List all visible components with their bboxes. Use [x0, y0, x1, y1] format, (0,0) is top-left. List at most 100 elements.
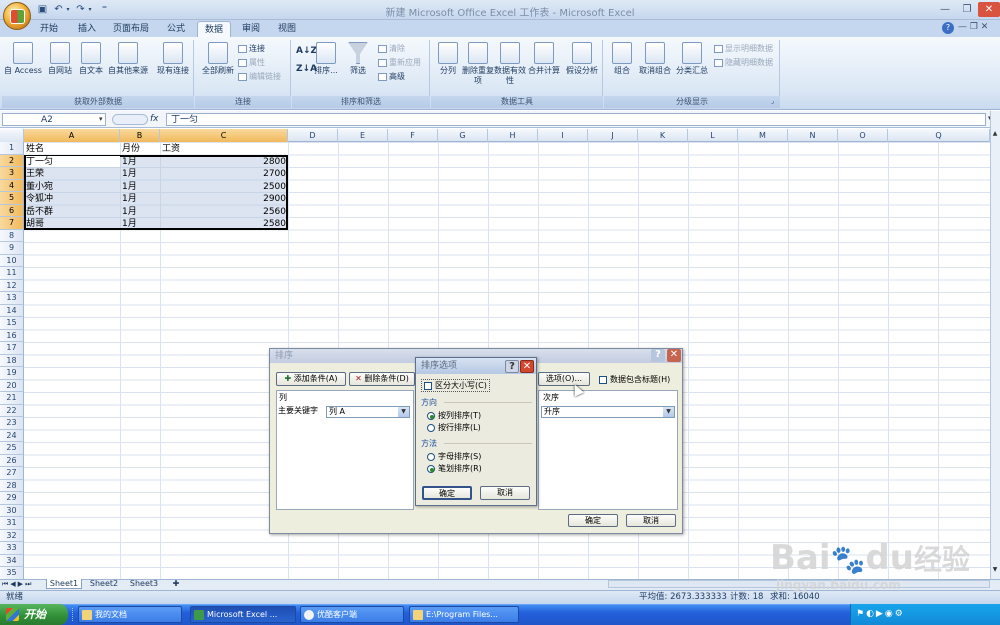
sort-options-button[interactable]: 选项(O)... — [538, 372, 590, 386]
scroll-up-icon[interactable]: ▲ — [991, 130, 999, 140]
taskbar-program-files[interactable]: E:\Program Files... — [409, 606, 519, 623]
row-header[interactable]: 3 — [0, 167, 24, 180]
tab-review[interactable]: 审阅 — [232, 21, 270, 37]
table-cell[interactable]: 2900 — [160, 193, 286, 205]
help-icon[interactable]: ? — [942, 22, 954, 34]
tab-page-layout[interactable]: 页面布局 — [106, 21, 156, 37]
row-header[interactable]: 18 — [0, 354, 24, 367]
column-header-b[interactable]: B — [120, 129, 160, 142]
table-cell[interactable]: 2560 — [160, 206, 286, 218]
column-header-o[interactable]: O — [838, 129, 888, 142]
row-header[interactable]: 14 — [0, 304, 24, 317]
row-header[interactable]: 32 — [0, 529, 24, 542]
column-header-k[interactable]: K — [638, 129, 688, 142]
row-header[interactable]: 9 — [0, 242, 24, 255]
column-header-m[interactable]: M — [738, 129, 788, 142]
scroll-down-icon[interactable]: ▼ — [991, 566, 999, 576]
row-header[interactable]: 19 — [0, 367, 24, 380]
from-access-button[interactable]: 自 Access — [4, 42, 42, 76]
row-header[interactable]: 11 — [0, 267, 24, 280]
row-header[interactable]: 21 — [0, 392, 24, 405]
order-select[interactable]: 升序 ▼ — [541, 406, 675, 418]
row-header[interactable]: 13 — [0, 292, 24, 305]
row-header[interactable]: 10 — [0, 254, 24, 267]
outline-dialog-launcher-icon[interactable]: ⌟ — [771, 97, 774, 105]
header-cell-month[interactable]: 月份 — [122, 143, 140, 155]
select-all-corner[interactable] — [0, 129, 24, 142]
row-header[interactable]: 2 — [0, 154, 24, 167]
table-cell[interactable]: 2580 — [160, 218, 286, 230]
table-cell[interactable]: 岳不群 — [26, 206, 53, 218]
row-header[interactable]: 25 — [0, 442, 24, 455]
taskbar-my-documents[interactable]: 我的文档 — [78, 606, 182, 623]
from-other-sources-button[interactable]: 自其他来源 — [106, 42, 150, 76]
row-header[interactable]: 15 — [0, 317, 24, 330]
options-cancel-button[interactable]: 取消 — [480, 486, 530, 500]
office-button[interactable] — [3, 2, 31, 30]
refresh-all-button[interactable]: 全部刷新 — [198, 42, 238, 76]
ribbon-minimize-icon[interactable]: — ❐ ✕ — [958, 22, 988, 32]
table-cell[interactable]: 胡哥 — [26, 218, 44, 230]
stroke-radio[interactable]: 笔划排序(R) — [427, 463, 482, 474]
header-checkbox[interactable]: 数据包含标题(H) — [599, 374, 670, 385]
vertical-scrollbar[interactable] — [990, 111, 1000, 579]
table-cell[interactable]: 1月 — [122, 218, 137, 230]
table-cell[interactable]: 2800 — [160, 156, 286, 168]
from-web-button[interactable]: 自网站 — [44, 42, 76, 76]
group-button[interactable]: 组合 — [608, 42, 636, 76]
row-header[interactable]: 34 — [0, 554, 24, 567]
ungroup-button[interactable]: 取消组合 — [636, 42, 674, 76]
clear-button[interactable]: 清除 — [378, 43, 405, 54]
column-header-q[interactable]: Q — [888, 129, 990, 142]
row-header[interactable]: 12 — [0, 279, 24, 292]
text-to-columns-button[interactable]: 分列 — [434, 42, 462, 76]
advanced-button[interactable]: 高级 — [378, 71, 405, 82]
sort-help-icon[interactable]: ? — [651, 349, 665, 362]
table-cell[interactable]: 董小宛 — [26, 181, 53, 193]
restore-button[interactable]: ❐ — [956, 2, 978, 17]
tab-data[interactable]: 数据 — [197, 21, 231, 37]
what-if-analysis-button[interactable]: 假设分析 — [562, 42, 602, 76]
by-row-radio[interactable]: 按行排序(L) — [427, 422, 481, 433]
name-box[interactable]: A2 — [2, 113, 106, 126]
row-header[interactable]: 35 — [0, 567, 24, 580]
table-cell[interactable]: 1月 — [122, 193, 137, 205]
row-header[interactable]: 17 — [0, 342, 24, 355]
row-header[interactable]: 5 — [0, 192, 24, 205]
column-header-l[interactable]: L — [688, 129, 738, 142]
column-header-a[interactable]: A — [24, 129, 120, 142]
header-cell-name[interactable]: 姓名 — [26, 143, 44, 155]
name-box-dropdown-icon[interactable]: ▾ — [99, 115, 103, 123]
row-header[interactable]: 20 — [0, 379, 24, 392]
row-header[interactable]: 27 — [0, 467, 24, 480]
from-text-button[interactable]: 自文本 — [76, 42, 106, 76]
sheet-tab-3[interactable]: Sheet3 — [126, 579, 162, 589]
row-header[interactable]: 7 — [0, 217, 24, 230]
subtotal-button[interactable]: 分类汇总 — [674, 42, 710, 76]
tab-formulas[interactable]: 公式 — [156, 21, 196, 37]
row-header[interactable]: 28 — [0, 479, 24, 492]
edit-links-button[interactable]: 编辑链接 — [238, 71, 281, 82]
insert-function-icon[interactable]: fx — [150, 113, 164, 126]
formula-bar-splitter[interactable] — [112, 114, 148, 125]
column-header-j[interactable]: J — [588, 129, 638, 142]
options-help-icon[interactable]: ? — [505, 360, 519, 373]
tray-icons[interactable]: ⚑◐▶◉⚙ — [856, 609, 905, 619]
hide-detail-button[interactable]: 隐藏明细数据 — [714, 57, 773, 68]
row-header[interactable]: 33 — [0, 542, 24, 555]
minimize-button[interactable]: — — [934, 2, 956, 17]
row-header[interactable]: 29 — [0, 492, 24, 505]
sort-ok-button[interactable]: 确定 — [568, 514, 618, 527]
column-header-g[interactable]: G — [438, 129, 488, 142]
table-cell[interactable]: 王荣 — [26, 168, 44, 180]
insert-sheet-icon[interactable]: ✚ — [168, 579, 184, 589]
consolidate-button[interactable]: 合并计算 — [526, 42, 562, 76]
column-select[interactable]: 列 A ▼ — [326, 406, 410, 418]
table-cell[interactable]: 2500 — [160, 181, 286, 193]
column-header-d[interactable]: D — [288, 129, 338, 142]
add-level-button[interactable]: ✚ 添加条件(A) — [276, 372, 346, 386]
filter-button[interactable]: 筛选 — [344, 42, 372, 76]
table-cell[interactable]: 2700 — [160, 168, 286, 180]
row-header[interactable]: 30 — [0, 504, 24, 517]
row-header[interactable]: 6 — [0, 204, 24, 217]
